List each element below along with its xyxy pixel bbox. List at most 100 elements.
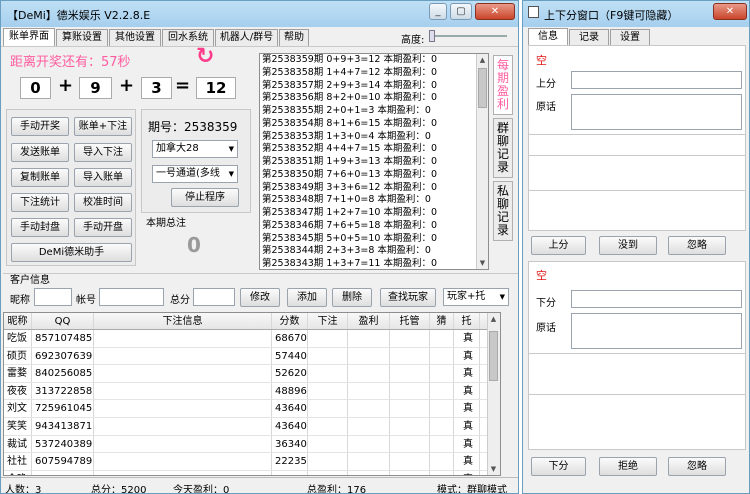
history-row[interactable]: 第2538356期 8+2+0=10 本期盈利：0 — [260, 92, 488, 105]
column-header[interactable]: 托管 — [390, 313, 430, 329]
send-bill-button[interactable]: 发送账单 — [11, 143, 69, 162]
add-button[interactable]: 添加 — [287, 288, 327, 307]
side-not-arrived-button[interactable]: 没到 — [599, 236, 657, 255]
region-select[interactable]: 加拿大28 — [152, 140, 238, 158]
history-row[interactable]: 第2538346期 7+6+5=18 本期盈利：0 — [260, 220, 488, 233]
history-row[interactable]: 第2538345期 5+0+5=10 本期盈利：0 — [260, 233, 488, 246]
column-header[interactable]: 分数 — [272, 313, 308, 329]
history-row[interactable]: 第2538351期 1+9+3=13 本期盈利：0 — [260, 156, 488, 169]
column-header[interactable]: 昵称 — [4, 313, 32, 329]
tab-help[interactable]: 帮助 — [279, 29, 309, 46]
table-row[interactable]: 社社 607594789 22235 真 — [4, 453, 500, 471]
side-down-input[interactable] — [571, 290, 742, 308]
history-row[interactable]: 第2538348期 7+1+0=8 本期盈利：0 — [260, 194, 488, 207]
history-row[interactable]: 第2538359期 0+9+3=12 本期盈利：0 — [260, 54, 488, 67]
manual-close-button[interactable]: 手动封盘 — [11, 218, 69, 237]
side-note-input[interactable] — [571, 94, 742, 130]
table-cell — [272, 470, 308, 475]
side-tab-info[interactable]: 信息 — [528, 28, 568, 46]
history-row[interactable]: 第2538352期 4+4+7=15 本期盈利：0 — [260, 143, 488, 156]
bill-bet-button[interactable]: 账单+下注 — [74, 117, 132, 136]
side-titlebar[interactable]: 上下分窗口（F9键可隐藏） ✕ — [523, 1, 749, 27]
history-row[interactable]: 第2538354期 8+1+6=15 本期盈利：0 — [260, 118, 488, 131]
score-input[interactable] — [193, 288, 235, 306]
tab-settle[interactable]: 算账设置 — [56, 29, 108, 46]
tab-robot[interactable]: 机器人/群号 — [215, 29, 278, 46]
vtab-private-chat[interactable]: 私聊记录 — [493, 181, 513, 241]
column-header[interactable]: 下注 — [308, 313, 348, 329]
player-filter-select[interactable]: 玩家+托 — [443, 288, 509, 306]
column-header[interactable]: 猜 — [430, 313, 454, 329]
tab-bill[interactable]: 账单界面 — [3, 28, 55, 46]
table-row[interactable]: 硕页 692307639 57440 真 — [4, 347, 500, 366]
vtab-profit[interactable]: 每期盈利 — [493, 55, 513, 115]
side-reject-button[interactable]: 拒绝 — [599, 457, 657, 476]
stop-program-button[interactable]: 停止程序 — [171, 188, 239, 207]
manual-open-button[interactable]: 手动开盘 — [74, 218, 132, 237]
main-titlebar[interactable]: 【DeMi】德米娱乐 V2.2.8.E _ ▢ ✕ — [1, 1, 518, 27]
history-list[interactable]: 第2538359期 0+9+3=12 本期盈利：0 第2538358期 1+4+7… — [259, 53, 489, 270]
side-tab-settings[interactable]: 设置 — [610, 29, 650, 46]
demi-helper-button[interactable]: DeMi德米助手 — [11, 243, 132, 262]
calibrate-time-button[interactable]: 校准时间 — [74, 193, 132, 212]
table-scroll-up-icon[interactable]: ▲ — [488, 313, 499, 325]
scroll-up-icon[interactable]: ▲ — [477, 54, 488, 66]
side-tab-record[interactable]: 记录 — [569, 29, 609, 46]
table-scrollbar[interactable]: ▲ ▼ — [487, 313, 500, 475]
side-up-button[interactable]: 上分 — [531, 236, 586, 255]
side-down-button[interactable]: 下分 — [531, 457, 586, 476]
table-scroll-thumb[interactable] — [489, 331, 498, 381]
table-scroll-down-icon[interactable]: ▼ — [488, 463, 499, 475]
history-scrollbar[interactable]: ▲ ▼ — [476, 54, 488, 269]
side-up-input[interactable] — [571, 71, 742, 89]
account-input[interactable] — [99, 288, 164, 306]
table-row[interactable]: 夜夜 3137228581 48896 真 — [4, 382, 500, 401]
copy-bill-button[interactable]: 复制账单 — [11, 168, 69, 187]
nickname-input[interactable] — [34, 288, 72, 306]
import-bill-button[interactable]: 导入账单 — [74, 168, 132, 187]
history-row[interactable]: 第2538353期 1+3+0=4 本期盈利：0 — [260, 131, 488, 144]
table-row[interactable]: 今晚 真 — [4, 470, 500, 475]
side-ignore-top-button[interactable]: 忽略 — [668, 236, 726, 255]
table-row[interactable]: 雷婺 840256085 52620 真 — [4, 365, 500, 383]
delete-button[interactable]: 删除 — [332, 288, 372, 307]
side-ignore-bottom-button[interactable]: 忽略 — [668, 457, 726, 476]
maximize-button[interactable]: ▢ — [450, 3, 472, 20]
minimize-button[interactable]: _ — [429, 3, 447, 20]
height-slider[interactable] — [429, 30, 507, 42]
scroll-thumb[interactable] — [478, 68, 487, 108]
height-slider-handle[interactable] — [429, 30, 435, 42]
manual-draw-button[interactable]: 手动开奖 — [11, 117, 69, 136]
bet-stats-button[interactable]: 下注统计 — [11, 193, 69, 212]
history-row[interactable]: 第2538347期 1+2+7=10 本期盈利：0 — [260, 207, 488, 220]
history-row[interactable]: 第2538350期 7+6+0=13 本期盈利：0 — [260, 169, 488, 182]
side-note-input-2[interactable] — [571, 313, 742, 349]
table-row[interactable]: 裁试 537240389 36340 真 — [4, 435, 500, 454]
history-row[interactable]: 第2538343期 1+3+7=11 本期盈利：0 — [260, 258, 488, 269]
side-close-button[interactable]: ✕ — [713, 3, 747, 20]
table-row[interactable]: 笑笑 943413871 43640 真 — [4, 417, 500, 436]
table-cell: 裁试 — [4, 435, 32, 453]
customer-table[interactable]: 昵称 QQ 下注信息 分数 下注 盈利 托管猜托 吃饭 857107485 68670 真硕页 69… — [3, 312, 501, 476]
history-row[interactable]: 第2538344期 2+3+3=8 本期盈利：0 — [260, 245, 488, 258]
find-player-button[interactable]: 查找玩家 — [380, 288, 436, 307]
history-row[interactable]: 第2538358期 1+4+7=12 本期盈利：0 — [260, 67, 488, 80]
column-header[interactable]: 托 — [454, 313, 480, 329]
refresh-icon[interactable]: ↻ — [196, 44, 214, 69]
table-cell — [348, 330, 390, 347]
column-header[interactable]: 盈利 — [348, 313, 390, 329]
table-row[interactable]: 刘文 725961045 43640 真 — [4, 400, 500, 418]
history-row[interactable]: 第2538355期 2+0+1=3 本期盈利：0 — [260, 105, 488, 118]
history-row[interactable]: 第2538349期 3+3+6=12 本期盈利：0 — [260, 182, 488, 195]
scroll-down-icon[interactable]: ▼ — [477, 257, 488, 269]
modify-button[interactable]: 修改 — [240, 288, 280, 307]
history-row[interactable]: 第2538357期 2+9+3=14 本期盈利：0 — [260, 80, 488, 93]
column-header[interactable]: 下注信息 — [94, 313, 272, 329]
channel-select[interactable]: 一号通道(多线 — [152, 165, 238, 183]
import-bet-button[interactable]: 导入下注 — [74, 143, 132, 162]
table-row[interactable]: 吃饭 857107485 68670 真 — [4, 330, 500, 348]
column-header[interactable]: QQ — [32, 313, 94, 329]
close-button[interactable]: ✕ — [475, 3, 515, 20]
tab-other[interactable]: 其他设置 — [109, 29, 161, 46]
vtab-group-chat[interactable]: 群聊记录 — [493, 118, 513, 178]
